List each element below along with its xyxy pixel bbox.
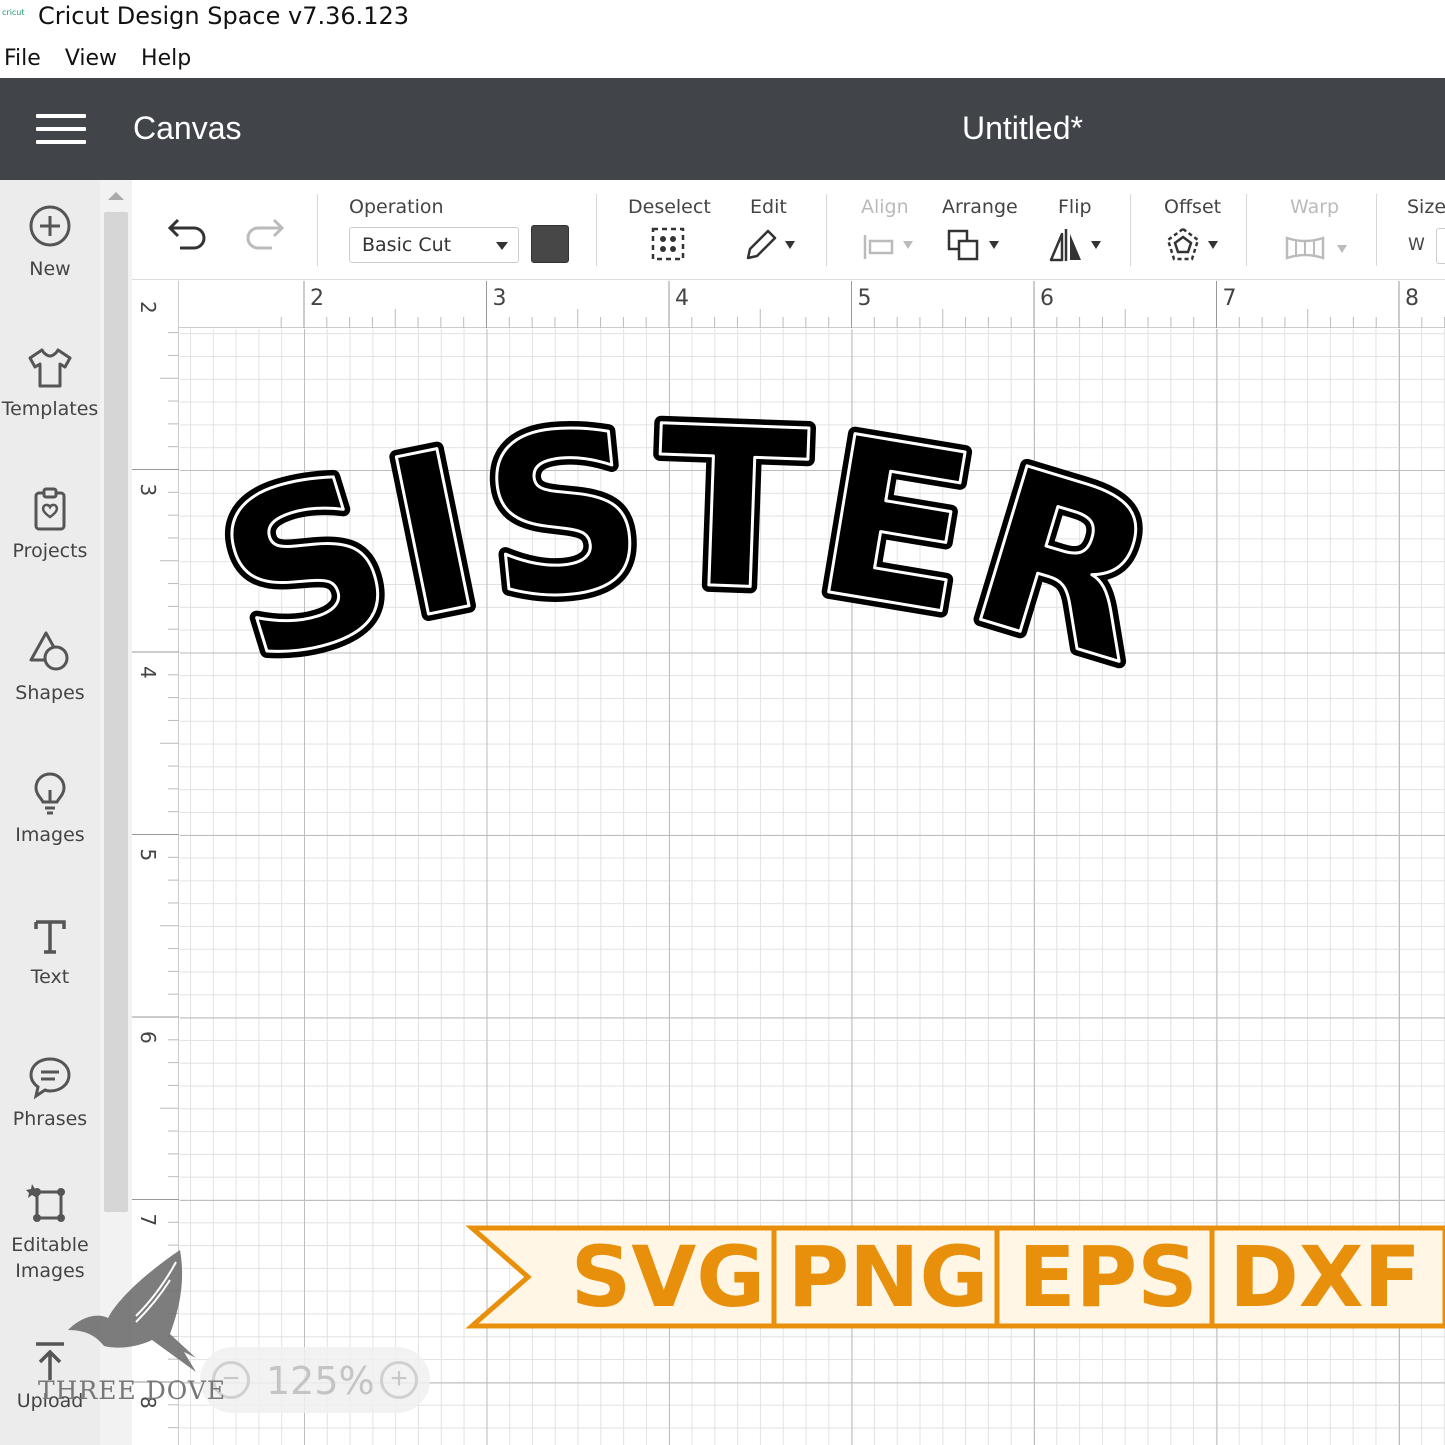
watermark-text: THREE DOVE: [38, 1376, 227, 1405]
undo-icon[interactable]: [166, 214, 210, 254]
ruler-label: 6: [1040, 286, 1054, 311]
align-icon[interactable]: [862, 232, 896, 262]
chevron-down-icon: [496, 242, 508, 250]
left-ruler-ticks: 2345678: [132, 301, 179, 1429]
plus-circle-icon: [29, 205, 71, 247]
toolbar-separator: [826, 194, 827, 266]
projects-icon: [34, 487, 66, 531]
size-width-input[interactable]: [1436, 228, 1445, 264]
toolbar-separator: [1130, 194, 1131, 266]
deselect-label: Deselect: [628, 196, 711, 218]
hamburger-menu-icon[interactable]: [36, 114, 86, 146]
arrange-icon[interactable]: [946, 228, 982, 264]
sidebar-item-phrases[interactable]: Phrases: [0, 1054, 100, 1130]
chevron-down-icon[interactable]: [785, 241, 795, 249]
top-ruler-ticks: 2 3 4 5 6 7 8: [280, 281, 1445, 328]
sidebar-item-projects[interactable]: Projects: [0, 486, 100, 562]
toolbar-separator: [317, 194, 318, 266]
edit-toolbar: Operation Basic Cut Deselect Edit Align …: [132, 180, 1445, 280]
edit-label: Edit: [750, 196, 787, 218]
sidebar-label: New: [29, 258, 71, 280]
ruler-label: 2: [136, 301, 160, 314]
sidebar-item-images[interactable]: Images: [0, 770, 100, 846]
color-swatch[interactable]: [531, 225, 569, 263]
offset-label: Offset: [1164, 196, 1222, 218]
deselect-icon[interactable]: [650, 226, 688, 264]
ruler-label: 4: [675, 286, 689, 311]
ruler-label: 2: [310, 286, 324, 311]
sidebar-label: Templates: [1, 398, 99, 420]
shapes-icon: [29, 631, 69, 671]
ruler-label: 4: [136, 666, 160, 679]
align-label: Align: [861, 196, 909, 218]
sidebar-label: Editable: [11, 1234, 89, 1256]
left-ruler: 2345678: [132, 281, 179, 1445]
sidebar-label: Shapes: [15, 682, 85, 704]
shirt-icon: [28, 348, 72, 388]
sidebar-item-editable-images[interactable]: Editable Images: [0, 1180, 100, 1282]
app-title: Cricut Design Space v7.36.123: [38, 2, 410, 30]
zoom-control: − 125% +: [200, 1347, 430, 1413]
ruler-label: 6: [136, 1031, 160, 1044]
toolbar-separator: [1246, 194, 1247, 266]
editable-images-icon: [26, 1184, 65, 1222]
speech-bubble-icon: [29, 1057, 71, 1100]
offset-icon[interactable]: [1164, 226, 1202, 264]
scrollbar-thumb[interactable]: [104, 212, 128, 1212]
sidebar-label: Text: [30, 966, 70, 988]
sidebar-label: Images: [15, 824, 85, 846]
sidebar-label: Projects: [12, 540, 88, 562]
size-width-label: W: [1408, 235, 1425, 255]
chevron-down-icon[interactable]: [1337, 245, 1347, 253]
title-bar: cricut Cricut Design Space v7.36.123: [0, 0, 1445, 36]
ruler-label: 5: [136, 849, 160, 862]
operation-label: Operation: [349, 196, 444, 218]
menu-help[interactable]: Help: [141, 46, 191, 71]
menu-bar: File View Help: [0, 38, 1445, 78]
canvas-grid[interactable]: [180, 329, 1445, 1445]
chevron-down-icon[interactable]: [903, 241, 913, 249]
flip-label: Flip: [1058, 196, 1092, 218]
zoom-in-button[interactable]: +: [380, 1361, 418, 1399]
menu-file[interactable]: File: [4, 46, 41, 71]
toolbar-separator: [1376, 194, 1377, 266]
chevron-down-icon[interactable]: [989, 241, 999, 249]
operation-value: Basic Cut: [362, 234, 452, 256]
operation-select[interactable]: Basic Cut: [349, 227, 519, 263]
lightbulb-icon: [34, 772, 66, 815]
toolbar-separator: [596, 194, 597, 266]
top-header: Canvas Untitled*: [0, 78, 1445, 180]
sidebar-label: Images: [15, 1260, 85, 1282]
sidebar-item-templates[interactable]: Templates: [0, 344, 100, 420]
warp-label: Warp: [1290, 196, 1340, 218]
ruler-label: 5: [858, 286, 872, 311]
pencil-icon[interactable]: [742, 226, 780, 264]
flip-icon[interactable]: [1048, 226, 1084, 264]
sidebar-item-new[interactable]: New: [0, 204, 100, 280]
menu-view[interactable]: View: [65, 46, 117, 71]
size-label: Size: [1407, 196, 1445, 218]
zoom-level: 125%: [266, 1359, 375, 1403]
scroll-up-icon[interactable]: [108, 192, 124, 200]
sidebar-item-shapes[interactable]: Shapes: [0, 628, 100, 704]
sidebar-item-text[interactable]: Text: [0, 912, 100, 988]
warp-icon[interactable]: [1284, 234, 1326, 262]
cricut-logo-icon: cricut: [2, 8, 25, 17]
document-title[interactable]: Untitled*: [962, 110, 1083, 147]
sidebar-label: Phrases: [12, 1108, 88, 1130]
redo-icon[interactable]: [242, 214, 286, 254]
chevron-down-icon[interactable]: [1208, 241, 1218, 249]
text-icon: [34, 920, 66, 954]
ruler-label: 7: [136, 1214, 160, 1227]
ruler-label: 3: [493, 286, 507, 311]
arrange-label: Arrange: [942, 196, 1018, 218]
top-ruler: 2 3 4 5 6 7 8: [132, 281, 1445, 328]
left-sidebar: New Templates Projects Shapes Images Tex…: [0, 180, 100, 1445]
ruler-label: 7: [1223, 286, 1237, 311]
ruler-label: 3: [136, 484, 160, 497]
section-title: Canvas: [133, 110, 242, 146]
ruler-label: 8: [1405, 286, 1419, 311]
chevron-down-icon[interactable]: [1091, 241, 1101, 249]
